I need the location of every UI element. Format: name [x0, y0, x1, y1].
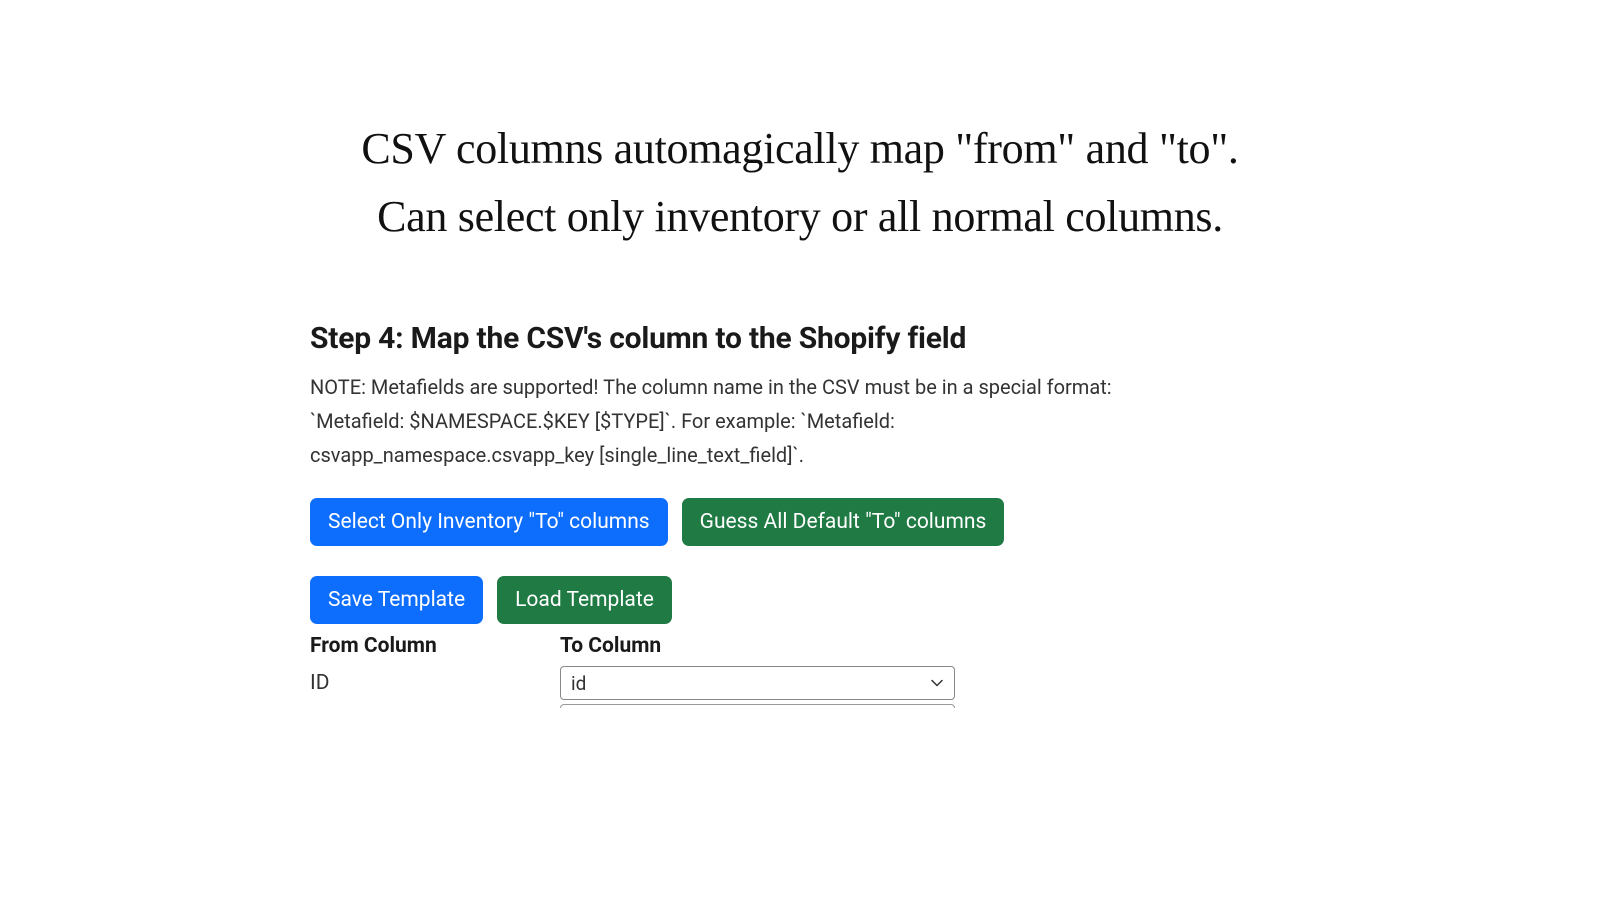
step-heading: Step 4: Map the CSV's column to the Shop…: [310, 321, 1290, 356]
template-button-row: Save Template Load Template: [310, 576, 1290, 624]
caption-line-2: Can select only inventory or all normal …: [0, 183, 1600, 251]
step-note: NOTE: Metafields are supported! The colu…: [310, 370, 1160, 472]
load-template-button[interactable]: Load Template: [497, 576, 672, 624]
guess-all-default-button[interactable]: Guess All Default "To" columns: [682, 498, 1005, 546]
caption-text: CSV columns automagically map "from" and…: [0, 115, 1600, 251]
caption-line-1: CSV columns automagically map "from" and…: [0, 115, 1600, 183]
to-column-select[interactable]: id: [560, 666, 955, 700]
save-template-button[interactable]: Save Template: [310, 576, 483, 624]
table-row: ID id: [310, 666, 1290, 700]
to-column-select-wrap: id: [560, 666, 955, 700]
to-column-header: To Column: [560, 634, 661, 658]
from-column-value: ID: [310, 671, 560, 695]
mapping-table-header: From Column To Column: [310, 634, 1290, 658]
preset-button-row: Select Only Inventory "To" columns Guess…: [310, 498, 1290, 546]
from-column-header: From Column: [310, 634, 560, 658]
next-row-partial: [560, 704, 955, 708]
select-only-inventory-button[interactable]: Select Only Inventory "To" columns: [310, 498, 668, 546]
step-panel: Step 4: Map the CSV's column to the Shop…: [310, 321, 1290, 708]
